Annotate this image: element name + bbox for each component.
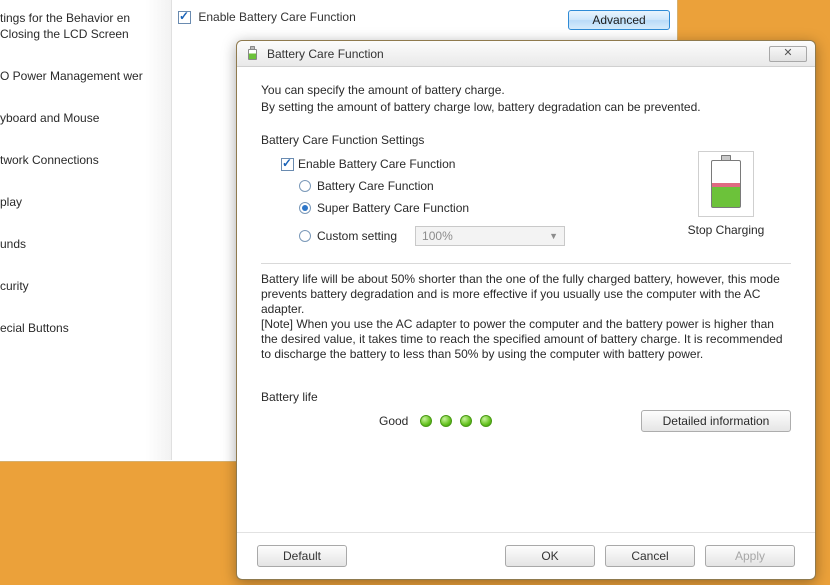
dialog-body: You can specify the amount of battery ch… <box>237 67 815 442</box>
advanced-button[interactable]: Advanced <box>568 10 670 30</box>
chevron-down-icon: ▼ <box>549 231 558 241</box>
enable-label: Enable Battery Care Function <box>198 10 355 24</box>
sidebar-item[interactable]: play <box>0 188 163 216</box>
cancel-button[interactable]: Cancel <box>605 545 695 567</box>
enable-checkbox[interactable] <box>178 11 191 24</box>
radio-super-label: Super Battery Care Function <box>317 201 469 215</box>
life-good-label: Good <box>379 414 408 428</box>
settings-group-label: Battery Care Function Settings <box>261 133 791 147</box>
radio-custom[interactable] <box>299 230 311 242</box>
parent-enable-row: Enable Battery Care Function <box>178 10 356 24</box>
apply-button: Apply <box>705 545 795 567</box>
radio-basic[interactable] <box>299 180 311 192</box>
combo-value: 100% <box>422 229 453 243</box>
sidebar-item[interactable]: ecial Buttons <box>0 314 163 342</box>
radio-custom-label: Custom setting <box>317 229 397 243</box>
ok-button[interactable]: OK <box>505 545 595 567</box>
life-dot <box>480 415 492 427</box>
radio-super[interactable] <box>299 202 311 214</box>
sidebar-item[interactable]: unds <box>0 230 163 258</box>
default-button[interactable]: Default <box>257 545 347 567</box>
dialog-enable-checkbox[interactable] <box>281 158 294 171</box>
intro-line: By setting the amount of battery charge … <box>261 100 791 115</box>
battery-icon <box>245 46 261 62</box>
detailed-info-button[interactable]: Detailed information <box>641 410 791 432</box>
battery-illustration: Stop Charging <box>671 151 781 237</box>
sidebar-item[interactable]: tings for the Behavior en Closing the LC… <box>0 4 163 48</box>
sidebar-item[interactable]: yboard and Mouse <box>0 104 163 132</box>
sidebar-item[interactable]: O Power Management wer <box>0 62 163 90</box>
dialog-title: Battery Care Function <box>267 47 769 61</box>
dialog-enable-label: Enable Battery Care Function <box>298 157 455 171</box>
titlebar[interactable]: Battery Care Function ✕ <box>237 41 815 67</box>
dialog-buttons: Default OK Cancel Apply <box>237 532 815 567</box>
sidebar-item[interactable]: curity <box>0 272 163 300</box>
custom-percent-combo: 100% ▼ <box>415 226 565 246</box>
life-dot <box>420 415 432 427</box>
life-dot <box>460 415 472 427</box>
sidebar-item[interactable]: twork Connections <box>0 146 163 174</box>
life-dot <box>440 415 452 427</box>
radio-basic-label: Battery Care Function <box>317 179 434 193</box>
battery-caption: Stop Charging <box>671 223 781 237</box>
intro-text: You can specify the amount of battery ch… <box>261 83 791 115</box>
battery-image <box>698 151 754 217</box>
battery-care-dialog: Battery Care Function ✕ You can specify … <box>236 40 816 580</box>
close-button[interactable]: ✕ <box>769 46 807 62</box>
sidebar: tings for the Behavior en Closing the LC… <box>0 0 172 460</box>
intro-line: You can specify the amount of battery ch… <box>261 83 791 98</box>
mode-description: Battery life will be about 50% shorter t… <box>261 263 791 362</box>
battery-life-row: Good Detailed information <box>261 410 791 432</box>
battery-life-label: Battery life <box>261 390 791 404</box>
